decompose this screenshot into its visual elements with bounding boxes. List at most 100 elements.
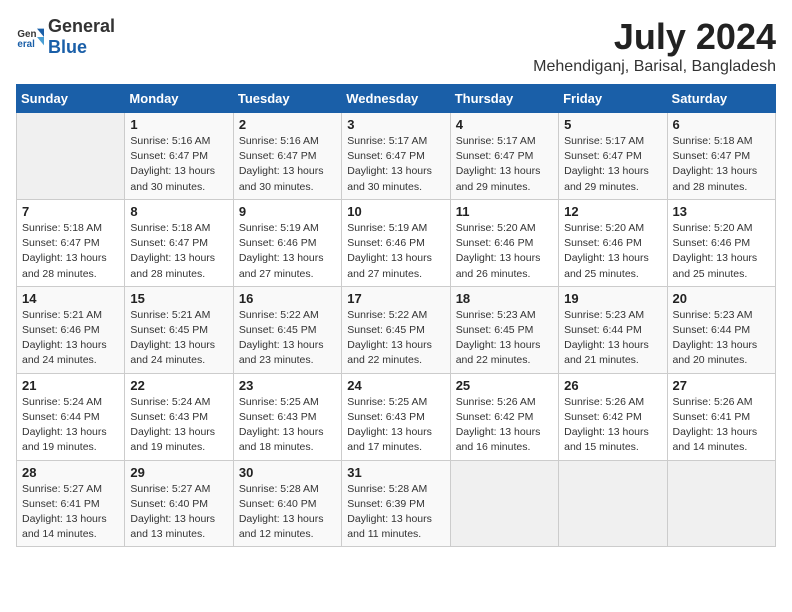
main-title: July 2024 [533, 16, 776, 58]
calendar-body: 1Sunrise: 5:16 AMSunset: 6:47 PMDaylight… [17, 113, 776, 547]
day-info: Sunrise: 5:18 AMSunset: 6:47 PMDaylight:… [673, 134, 770, 195]
day-info: Sunrise: 5:25 AMSunset: 6:43 PMDaylight:… [347, 395, 444, 456]
calendar-cell: 13 Sunrise: 5:20 AMSunset: 6:46 PMDayligh… [667, 199, 775, 286]
calendar-cell: 8 Sunrise: 5:18 AMSunset: 6:47 PMDaylight… [125, 199, 233, 286]
day-info: Sunrise: 5:19 AMSunset: 6:46 PMDaylight:… [347, 221, 444, 282]
calendar-cell: 27 Sunrise: 5:26 AMSunset: 6:41 PMDayligh… [667, 373, 775, 460]
calendar-cell: 15Sunrise: 5:21 AMSunset: 6:45 PMDayligh… [125, 286, 233, 373]
calendar-cell: 30Sunrise: 5:28 AMSunset: 6:40 PMDayligh… [233, 460, 341, 547]
day-info: Sunrise: 5:20 AMSunset: 6:46 PMDaylight:… [564, 221, 661, 282]
day-info: Sunrise: 5:18 AMSunset: 6:47 PMDaylight:… [130, 221, 227, 282]
day-number: 1 [130, 117, 227, 132]
day-number: 2 [239, 117, 336, 132]
day-number: 27 [673, 378, 770, 393]
day-info: Sunrise: 5:18 AMSunset: 6:47 PMDaylight:… [22, 221, 119, 282]
week-row-3: 14Sunrise: 5:21 AMSunset: 6:46 PMDayligh… [17, 286, 776, 373]
day-number: 6 [673, 117, 770, 132]
calendar-cell: 16 Sunrise: 5:22 AMSunset: 6:45 PMDayligh… [233, 286, 341, 373]
logo-blue: Blue [48, 37, 87, 57]
calendar-cell: 10Sunrise: 5:19 AMSunset: 6:46 PMDayligh… [342, 199, 450, 286]
day-info: Sunrise: 5:25 AMSunset: 6:43 PMDaylight:… [239, 395, 336, 456]
logo-text: General Blue [48, 16, 115, 58]
day-info: Sunrise: 5:27 AMSunset: 6:40 PMDaylight:… [130, 482, 227, 543]
day-header-row: SundayMondayTuesdayWednesdayThursdayFrid… [17, 85, 776, 113]
day-info: Sunrise: 5:27 AMSunset: 6:41 PMDaylight:… [22, 482, 119, 543]
day-info: Sunrise: 5:26 AMSunset: 6:42 PMDaylight:… [456, 395, 553, 456]
calendar-cell: 25 Sunrise: 5:26 AMSunset: 6:42 PMDayligh… [450, 373, 558, 460]
day-number: 20 [673, 291, 770, 306]
day-info: Sunrise: 5:23 AMSunset: 6:45 PMDaylight:… [456, 308, 553, 369]
day-number: 7 [22, 204, 119, 219]
week-row-5: 28 Sunrise: 5:27 AMSunset: 6:41 PMDayligh… [17, 460, 776, 547]
calendar-cell: 26Sunrise: 5:26 AMSunset: 6:42 PMDayligh… [559, 373, 667, 460]
header-tuesday: Tuesday [233, 85, 341, 113]
header: Gen eral General Blue July 2024 Mehendig… [16, 16, 776, 76]
calendar-cell: 28 Sunrise: 5:27 AMSunset: 6:41 PMDayligh… [17, 460, 125, 547]
calendar-cell: 2Sunrise: 5:16 AMSunset: 6:47 PMDaylight… [233, 113, 341, 200]
calendar-cell: 14Sunrise: 5:21 AMSunset: 6:46 PMDayligh… [17, 286, 125, 373]
day-info: Sunrise: 5:28 AMSunset: 6:40 PMDaylight:… [239, 482, 336, 543]
day-number: 16 [239, 291, 336, 306]
calendar-cell: 20 Sunrise: 5:23 AMSunset: 6:44 PMDayligh… [667, 286, 775, 373]
logo: Gen eral General Blue [16, 16, 115, 58]
day-info: Sunrise: 5:28 AMSunset: 6:39 PMDaylight:… [347, 482, 444, 543]
calendar-cell: 19Sunrise: 5:23 AMSunset: 6:44 PMDayligh… [559, 286, 667, 373]
day-number: 13 [673, 204, 770, 219]
day-info: Sunrise: 5:26 AMSunset: 6:41 PMDaylight:… [673, 395, 770, 456]
day-info: Sunrise: 5:22 AMSunset: 6:45 PMDaylight:… [347, 308, 444, 369]
day-number: 21 [22, 378, 119, 393]
day-info: Sunrise: 5:23 AMSunset: 6:44 PMDaylight:… [673, 308, 770, 369]
day-info: Sunrise: 5:20 AMSunset: 6:46 PMDaylight:… [456, 221, 553, 282]
header-sunday: Sunday [17, 85, 125, 113]
calendar-table: SundayMondayTuesdayWednesdayThursdayFrid… [16, 84, 776, 547]
day-info: Sunrise: 5:22 AMSunset: 6:45 PMDaylight:… [239, 308, 336, 369]
header-wednesday: Wednesday [342, 85, 450, 113]
day-number: 11 [456, 204, 553, 219]
header-friday: Friday [559, 85, 667, 113]
calendar-cell: 12Sunrise: 5:20 AMSunset: 6:46 PMDayligh… [559, 199, 667, 286]
calendar-cell: 6 Sunrise: 5:18 AMSunset: 6:47 PMDaylight… [667, 113, 775, 200]
day-number: 24 [347, 378, 444, 393]
day-number: 14 [22, 291, 119, 306]
day-number: 3 [347, 117, 444, 132]
calendar-cell [559, 460, 667, 547]
day-info: Sunrise: 5:17 AMSunset: 6:47 PMDaylight:… [347, 134, 444, 195]
calendar-cell: 5Sunrise: 5:17 AMSunset: 6:47 PMDaylight… [559, 113, 667, 200]
subtitle: Mehendiganj, Barisal, Bangladesh [533, 58, 776, 76]
day-number: 22 [130, 378, 227, 393]
day-info: Sunrise: 5:20 AMSunset: 6:46 PMDaylight:… [673, 221, 770, 282]
week-row-4: 21Sunrise: 5:24 AMSunset: 6:44 PMDayligh… [17, 373, 776, 460]
day-info: Sunrise: 5:17 AMSunset: 6:47 PMDaylight:… [564, 134, 661, 195]
day-number: 18 [456, 291, 553, 306]
calendar-cell: 3 Sunrise: 5:17 AMSunset: 6:47 PMDaylight… [342, 113, 450, 200]
day-info: Sunrise: 5:17 AMSunset: 6:47 PMDaylight:… [456, 134, 553, 195]
day-number: 4 [456, 117, 553, 132]
calendar-cell: 29 Sunrise: 5:27 AMSunset: 6:40 PMDayligh… [125, 460, 233, 547]
calendar-cell: 11 Sunrise: 5:20 AMSunset: 6:46 PMDayligh… [450, 199, 558, 286]
day-number: 8 [130, 204, 227, 219]
calendar-cell: 24 Sunrise: 5:25 AMSunset: 6:43 PMDayligh… [342, 373, 450, 460]
calendar-cell: 23Sunrise: 5:25 AMSunset: 6:43 PMDayligh… [233, 373, 341, 460]
header-monday: Monday [125, 85, 233, 113]
calendar-cell: 22Sunrise: 5:24 AMSunset: 6:43 PMDayligh… [125, 373, 233, 460]
calendar-cell [667, 460, 775, 547]
logo-general: General [48, 16, 115, 36]
week-row-1: 1Sunrise: 5:16 AMSunset: 6:47 PMDaylight… [17, 113, 776, 200]
day-number: 19 [564, 291, 661, 306]
title-area: July 2024 Mehendiganj, Barisal, Banglade… [533, 16, 776, 76]
header-thursday: Thursday [450, 85, 558, 113]
calendar-cell: 31Sunrise: 5:28 AMSunset: 6:39 PMDayligh… [342, 460, 450, 547]
day-number: 15 [130, 291, 227, 306]
calendar-cell: 4 Sunrise: 5:17 AMSunset: 6:47 PMDaylight… [450, 113, 558, 200]
calendar-cell: 18 Sunrise: 5:23 AMSunset: 6:45 PMDayligh… [450, 286, 558, 373]
day-number: 9 [239, 204, 336, 219]
calendar-cell: 7 Sunrise: 5:18 AMSunset: 6:47 PMDaylight… [17, 199, 125, 286]
calendar-cell: 9Sunrise: 5:19 AMSunset: 6:46 PMDaylight… [233, 199, 341, 286]
day-number: 28 [22, 465, 119, 480]
week-row-2: 7 Sunrise: 5:18 AMSunset: 6:47 PMDaylight… [17, 199, 776, 286]
day-number: 25 [456, 378, 553, 393]
day-info: Sunrise: 5:26 AMSunset: 6:42 PMDaylight:… [564, 395, 661, 456]
calendar-header: SundayMondayTuesdayWednesdayThursdayFrid… [17, 85, 776, 113]
day-number: 17 [347, 291, 444, 306]
day-number: 29 [130, 465, 227, 480]
